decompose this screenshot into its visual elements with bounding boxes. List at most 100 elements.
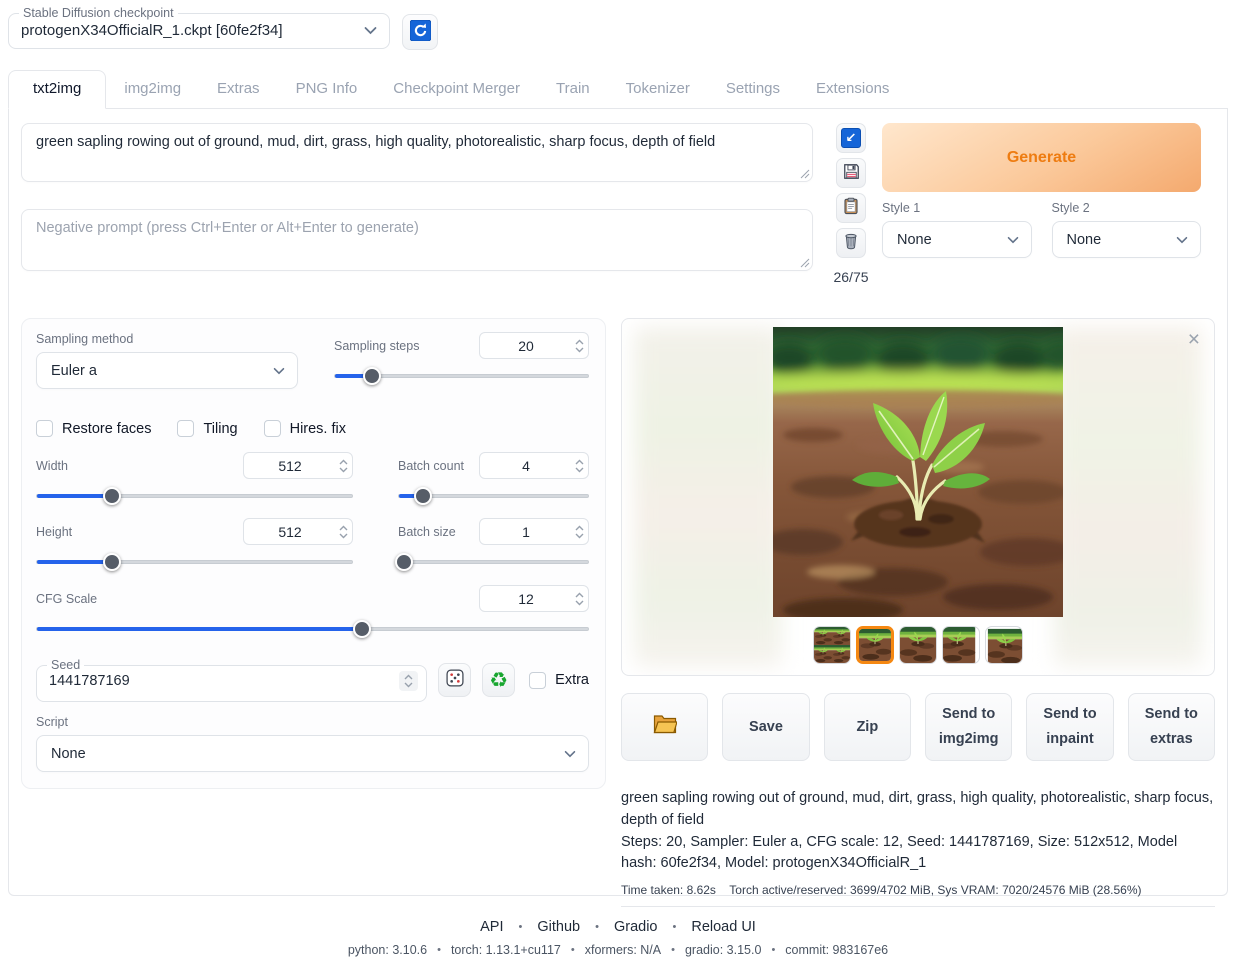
batch-count-slider[interactable] <box>398 487 589 505</box>
batch-count-value: 4 <box>480 458 588 474</box>
reuse-seed-button[interactable]: ♻ <box>482 663 515 697</box>
slider-fill <box>37 560 113 564</box>
save-button[interactable]: Save <box>722 693 809 761</box>
bullet-separator: • <box>571 944 575 956</box>
slider-track <box>398 560 589 564</box>
stepper-icon[interactable] <box>339 519 348 544</box>
thumbnail-grid[interactable] <box>813 626 851 664</box>
send-to-img2img-button[interactable]: Send to img2img <box>925 693 1012 761</box>
batch-count-label: Batch count <box>398 459 464 473</box>
api-link[interactable]: API <box>480 919 503 935</box>
tab-extras[interactable]: Extras <box>199 71 278 108</box>
tab-extensions[interactable]: Extensions <box>798 71 907 108</box>
stepper-icon[interactable] <box>575 333 584 358</box>
chevron-down-icon <box>1007 232 1019 248</box>
github-link[interactable]: Github <box>537 919 580 935</box>
stepper-icon[interactable] <box>575 519 584 544</box>
slider-handle[interactable] <box>103 553 121 571</box>
slider-handle[interactable] <box>395 553 413 571</box>
width-label: Width <box>36 459 68 473</box>
bullet-separator: • <box>437 944 441 956</box>
tab-png-info[interactable]: PNG Info <box>278 71 376 108</box>
random-seed-button[interactable] <box>438 663 471 697</box>
sampling-steps-slider[interactable] <box>334 367 589 385</box>
tab-settings[interactable]: Settings <box>708 71 798 108</box>
extra-seed-checkbox[interactable]: Extra <box>529 672 589 689</box>
zip-button[interactable]: Zip <box>824 693 911 761</box>
tab-tokenizer[interactable]: Tokenizer <box>608 71 708 108</box>
open-folder-button[interactable] <box>621 693 708 761</box>
close-icon[interactable]: × <box>1188 329 1200 350</box>
cfg-scale-slider[interactable] <box>36 620 589 638</box>
style1-select[interactable]: None <box>882 221 1032 258</box>
batch-size-input[interactable]: 1 <box>479 518 589 545</box>
gallery-blur-right <box>1054 327 1202 667</box>
gallery-thumbnails <box>622 626 1214 664</box>
thumbnail[interactable] <box>942 626 980 664</box>
slider-handle[interactable] <box>353 620 371 638</box>
resize-grip-icon[interactable] <box>800 167 810 177</box>
batch-count-input[interactable]: 4 <box>479 452 589 479</box>
vram-stats: Torch active/reserved: 3699/4702 MiB, Sy… <box>729 883 1141 897</box>
height-label: Height <box>36 525 72 539</box>
style1-label: Style 1 <box>882 201 1032 215</box>
apply-style-button[interactable] <box>836 193 866 223</box>
reload-ui-link[interactable]: Reload UI <box>691 919 755 935</box>
width-input[interactable]: 512 <box>243 452 353 479</box>
time-taken: Time taken: 8.62s <box>621 883 716 897</box>
batch-size-label: Batch size <box>398 525 456 539</box>
results-column: × <box>621 318 1215 907</box>
tiling-checkbox[interactable]: Tiling <box>177 420 237 437</box>
prompt-textarea[interactable]: green sapling rowing out of ground, mud,… <box>21 123 813 182</box>
height-value: 512 <box>244 524 352 540</box>
bullet-separator: • <box>595 921 599 933</box>
height-input[interactable]: 512 <box>243 518 353 545</box>
generate-button[interactable]: Generate <box>882 123 1201 192</box>
gradio-link[interactable]: Gradio <box>614 919 658 935</box>
prompt-tools: ↙ <box>835 123 867 285</box>
generate-column: Generate Style 1 None Style 2 None <box>882 123 1201 258</box>
cfg-scale-input[interactable]: 12 <box>479 585 589 612</box>
send-to-inpaint-button[interactable]: Send to inpaint <box>1026 693 1113 761</box>
refresh-checkpoints-button[interactable] <box>402 14 438 50</box>
stepper-icon[interactable] <box>575 453 584 478</box>
thumbnail[interactable] <box>899 626 937 664</box>
slider-handle[interactable] <box>363 367 381 385</box>
width-slider[interactable] <box>36 487 353 505</box>
dice-icon <box>445 668 465 692</box>
save-style-button[interactable] <box>836 158 866 188</box>
script-select[interactable]: None <box>36 735 589 772</box>
negative-prompt-textarea[interactable]: Negative prompt (press Ctrl+Enter or Alt… <box>21 209 813 271</box>
restore-faces-checkbox[interactable]: Restore faces <box>36 420 151 437</box>
thumbnail-selected[interactable] <box>856 626 894 664</box>
thumbnail[interactable] <box>985 626 1023 664</box>
tab-checkpoint-merger[interactable]: Checkpoint Merger <box>375 71 538 108</box>
style2-value: None <box>1067 232 1102 248</box>
slider-handle[interactable] <box>414 487 432 505</box>
output-gallery: × <box>621 318 1215 676</box>
resize-grip-icon[interactable] <box>800 256 810 266</box>
bullet-separator: • <box>673 921 677 933</box>
seed-field[interactable]: Seed 1441787169 <box>36 658 427 702</box>
height-slider[interactable] <box>36 553 353 571</box>
stepper-icon[interactable] <box>339 453 348 478</box>
read-generation-params-button[interactable]: ↙ <box>836 123 866 153</box>
sampling-steps-input[interactable]: 20 <box>479 332 589 359</box>
batch-size-slider[interactable] <box>398 553 589 571</box>
tab-img2img[interactable]: img2img <box>106 71 199 108</box>
style2-select[interactable]: None <box>1052 221 1202 258</box>
tab-train[interactable]: Train <box>538 71 608 108</box>
checkpoint-selector[interactable]: Stable Diffusion checkpoint protogenX34O… <box>8 6 390 49</box>
stepper-icon[interactable] <box>399 671 418 691</box>
send-to-extras-button[interactable]: Send to extras <box>1128 693 1215 761</box>
hires-fix-checkbox[interactable]: Hires. fix <box>264 420 346 437</box>
slider-handle[interactable] <box>103 487 121 505</box>
checkpoint-label: Stable Diffusion checkpoint <box>19 6 178 20</box>
checkbox-icon <box>36 420 53 437</box>
clear-prompt-button[interactable] <box>836 228 866 258</box>
generated-image[interactable] <box>773 327 1063 617</box>
tab-txt2img[interactable]: txt2img <box>8 70 106 109</box>
tiling-label: Tiling <box>203 421 237 437</box>
sampling-method-select[interactable]: Euler a <box>36 352 298 389</box>
stepper-icon[interactable] <box>575 586 584 611</box>
